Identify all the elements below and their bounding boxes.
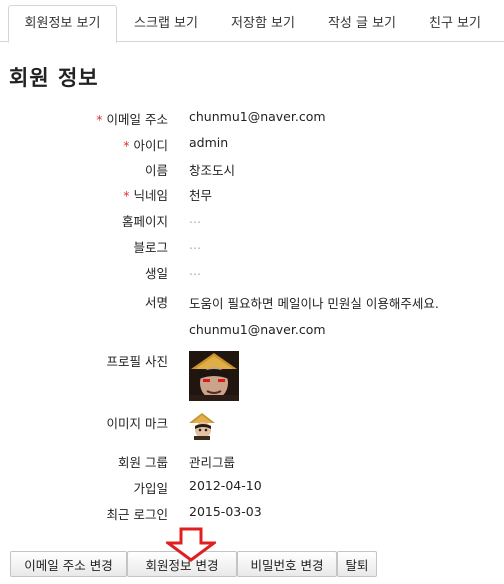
joined-label: 가입일 [133, 481, 168, 496]
tab-bar: 회원정보 보기 스크랩 보기 저장함 보기 작성 글 보기 친구 보기 [0, 0, 504, 43]
user-id-value: admin [189, 135, 229, 150]
tab-member-info[interactable]: 회원정보 보기 [8, 5, 117, 43]
email-label: * 이메일 주소 [96, 112, 168, 127]
withdraw-button[interactable]: 탈퇴 [337, 551, 377, 577]
homepage-value: ... [189, 211, 201, 226]
tab-my-posts[interactable]: 작성 글 보기 [314, 5, 410, 42]
signature-label: 서명 [144, 295, 168, 310]
homepage-label: 홈페이지 [121, 214, 168, 229]
profile-photo-label: 프로필 사진 [106, 354, 168, 369]
email-value: chunmu1@naver.com [189, 109, 326, 124]
profile-photo-image [189, 351, 239, 401]
profile-photo [189, 351, 239, 401]
change-password-button[interactable]: 비밀번호 변경 [237, 551, 337, 577]
signature-line-2: chunmu1@naver.com [189, 322, 326, 337]
blog-label: 블로그 [133, 240, 168, 255]
required-marker: * [123, 188, 130, 203]
birthday-value: ... [189, 263, 201, 278]
image-mark [189, 412, 215, 440]
tab-saved[interactable]: 저장함 보기 [217, 5, 309, 42]
nickname-value: 천무 [189, 188, 213, 203]
required-marker: * [96, 112, 103, 127]
last-login-value: 2015-03-03 [189, 504, 262, 519]
tab-scrap[interactable]: 스크랩 보기 [121, 5, 211, 42]
down-arrow-outline-icon [166, 527, 216, 562]
name-label: 이름 [144, 163, 168, 178]
blog-value: ... [189, 237, 201, 252]
name-value: 창조도시 [189, 163, 236, 178]
page-title: 회원 정보 [9, 66, 99, 90]
birthday-label: 생일 [144, 266, 168, 281]
joined-value: 2012-04-10 [189, 478, 262, 493]
change-email-button[interactable]: 이메일 주소 변경 [10, 551, 127, 577]
signature-line-1: 도움이 필요하면 메일이나 민원실 이용해주세요. [189, 296, 439, 311]
image-mark-icon [189, 413, 215, 440]
nickname-label: * 닉네임 [123, 188, 168, 203]
user-id-label: * 아이디 [123, 138, 168, 153]
group-value: 관리그룹 [189, 455, 236, 470]
tab-friends[interactable]: 친구 보기 [415, 5, 495, 42]
group-label: 회원 그룹 [118, 455, 168, 470]
required-marker: * [123, 138, 130, 153]
image-mark-label: 이미지 마크 [106, 416, 168, 431]
last-login-label: 최근 로그인 [106, 507, 168, 522]
